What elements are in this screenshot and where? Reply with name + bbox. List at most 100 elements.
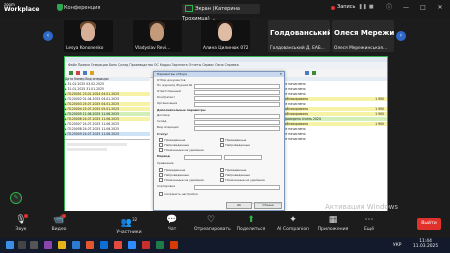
table-row[interactable]: Не начислено — [283, 92, 387, 96]
more-button[interactable]: ⋯ Ещё — [352, 212, 386, 236]
screen-share-tab[interactable]: Экран (Катерина Трохимца) ⌄ — [182, 4, 260, 22]
share-button[interactable]: ⬆ Поделиться — [234, 212, 268, 236]
participant-tile[interactable]: Голдованський... Голдованський Д. ЕАБ... — [268, 20, 330, 52]
table-row[interactable]: Заблокировано 1 900 — [283, 107, 387, 112]
app-icon[interactable] — [170, 241, 178, 249]
react-button[interactable]: ♡ Отреагировать — [194, 212, 231, 236]
gallery-prev-button[interactable]: ‹ — [43, 31, 53, 41]
end-meeting-button[interactable]: Выйти — [417, 218, 441, 230]
chrome-icon[interactable] — [114, 241, 122, 249]
apps-button[interactable]: ▦ Приложения — [316, 212, 350, 236]
chat-button[interactable]: 💬 Чат — [155, 212, 189, 236]
viber-icon[interactable] — [44, 241, 52, 249]
video-label: Видео — [51, 227, 67, 232]
search-icon[interactable] — [18, 241, 26, 249]
table-row[interactable]: ▸ П120002 01.04.2025 04.01.2025 — [65, 97, 150, 101]
zoom-icon[interactable] — [128, 241, 136, 249]
table-row[interactable]: ▸ П120005 11.06.2025 11.06.2025 — [65, 112, 150, 117]
document-list: Дата Номер Вид операции ▸ 31.01.2025 03.… — [65, 77, 150, 211]
video-button[interactable]: 📹 Видео — [42, 212, 76, 236]
ok-button[interactable]: OK — [226, 202, 252, 209]
operation-type-field[interactable] — [194, 126, 280, 132]
warehouse-field[interactable] — [194, 120, 280, 126]
windows-start-icon[interactable] — [6, 241, 14, 249]
participant-tile[interactable]: Lesya Kononenko — [64, 20, 113, 52]
shared-screen[interactable]: Файл Правка Операции Банк Склад Производ… — [64, 56, 388, 212]
table-row[interactable]: ▸ П120003 25.07.2025 04.01.2025 — [65, 102, 150, 107]
apps-label: Приложения — [317, 227, 349, 232]
close-icon[interactable]: ✕ — [435, 3, 445, 13]
participants-count: 32 — [132, 217, 138, 222]
gallery-next-button[interactable]: › — [396, 31, 406, 41]
table-row[interactable]: ▸ 31.01.2025 31.01.2025 — [65, 87, 150, 91]
filter-dialog[interactable]: Параметры отбора ✕ Отбор документов По жу… — [153, 71, 285, 211]
annotate-pen-button[interactable]: ✎ — [10, 192, 22, 204]
language-indicator[interactable]: УКР — [393, 243, 401, 248]
table-row[interactable]: ▸ П120001 23.01.2024 04.01.2025 — [65, 92, 150, 97]
excel-icon[interactable] — [156, 241, 164, 249]
table-row[interactable]: Не начислено — [283, 132, 387, 136]
windows-activation-title: Активация Windows — [325, 203, 399, 211]
option-checkbox[interactable]: Проведенные — [159, 168, 185, 173]
participant-tile[interactable]: Vladyslav Revi... — [133, 20, 182, 52]
dialog-label: Договор — [157, 113, 170, 117]
app-icon[interactable] — [142, 241, 150, 249]
participants-button[interactable]: 👥32 Участники — [112, 212, 146, 236]
stop-icon[interactable]: ■ — [369, 4, 374, 10]
folder-icon[interactable] — [58, 241, 66, 249]
table-row[interactable]: ▸ П120006 24.07.2025 11.06.2025 — [65, 117, 150, 122]
period-from-field[interactable] — [184, 155, 222, 161]
close-icon[interactable]: ✕ — [279, 72, 282, 77]
table-row[interactable]: Не начислено — [283, 137, 387, 141]
table-row[interactable]: ▸ П120007 24.07.2025 11.06.2025 — [65, 122, 150, 126]
conference-label[interactable]: Конференция — [64, 5, 100, 11]
maximize-icon[interactable]: □ — [418, 3, 428, 13]
journal-field[interactable] — [194, 84, 280, 90]
table-row[interactable]: Не начислено — [283, 82, 387, 86]
audio-button[interactable]: 🎙 Звук — [4, 212, 38, 236]
participant-tile[interactable]: Алина Цилинюк 072 — [201, 20, 250, 52]
option-checkbox[interactable]: Проведенные — [220, 168, 246, 173]
posted-checkbox[interactable]: Проведенные — [220, 138, 246, 143]
table-row[interactable]: Заблокировано 1 900 — [283, 122, 387, 127]
table-row[interactable]: ▸ П120008 24.07.2025 11.06.2025 — [65, 127, 150, 131]
option-checkbox[interactable]: Помеченные на удаление — [159, 178, 204, 183]
deleted-checkbox[interactable]: Помеченные на удаление — [159, 148, 204, 153]
task-view-icon[interactable] — [30, 241, 38, 249]
table-row[interactable]: Проведено січень 2024 — [283, 117, 387, 122]
clock[interactable]: 11:44 11.03.2025 — [413, 239, 438, 249]
save-settings-checkbox[interactable]: Сохранить настройки — [159, 192, 198, 197]
period-to-field[interactable] — [224, 155, 262, 161]
option-checkbox[interactable]: Непроведенные — [220, 173, 250, 178]
word-icon[interactable] — [100, 241, 108, 249]
record-indicator[interactable]: Запись ❚❚ ■ — [330, 4, 374, 10]
table-row[interactable]: Не начислено — [283, 87, 387, 91]
posted-checkbox[interactable]: Проведенные — [159, 138, 185, 143]
sort-field[interactable] — [194, 185, 280, 191]
security-shield-icon[interactable] — [57, 4, 63, 11]
pause-icon[interactable]: ❚❚ — [358, 4, 366, 10]
more-icon: ⋯ — [364, 215, 374, 225]
edge-icon[interactable] — [72, 241, 80, 249]
minimize-icon[interactable]: — — [401, 3, 411, 13]
option-checkbox[interactable]: Непроведенные — [159, 173, 189, 178]
option-checkbox[interactable]: Помеченные на удаление — [220, 178, 265, 183]
react-label: Отреагировать — [194, 227, 231, 232]
contract-field[interactable] — [194, 114, 280, 120]
organization-field[interactable] — [194, 102, 280, 108]
table-row[interactable]: Заблокировано 1 900 — [283, 112, 387, 117]
table-row[interactable]: Заблокировано 1 900 — [283, 97, 387, 102]
unposted-checkbox[interactable]: Непроведенные — [159, 143, 189, 148]
table-row[interactable]: ▸ П120009 24.07.2025 11.06.2025 — [65, 132, 150, 137]
table-row[interactable]: ▸ П120004 25.07.2025 05.01.2025 — [65, 107, 150, 112]
table-row[interactable]: Не начислено — [283, 102, 387, 106]
ai-companion-button[interactable]: ✦ AI Companion — [276, 212, 310, 236]
participant-tile[interactable]: Олеся Мережи... Олеся Мережинськая... — [332, 20, 394, 52]
app-icon[interactable] — [86, 241, 94, 249]
table-row[interactable]: ▸ 31.01.2025 03.02.2025 — [65, 82, 150, 86]
unposted-checkbox[interactable]: Непроведенные — [220, 143, 250, 148]
table-row[interactable]: Не начислено — [283, 127, 387, 131]
responsible-field[interactable] — [194, 90, 280, 96]
counterparty-field[interactable] — [194, 96, 280, 102]
info-icon[interactable]: ⓘ — [384, 3, 394, 13]
